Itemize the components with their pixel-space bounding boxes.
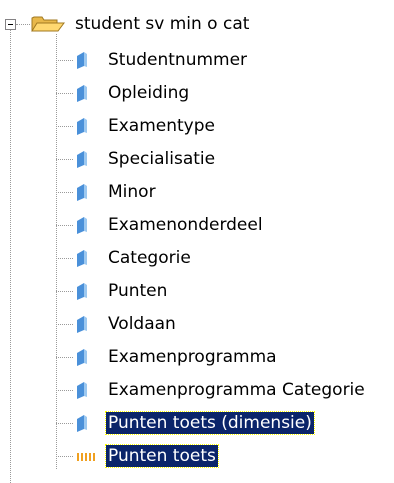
tree-item-label[interactable]: Specialisatie xyxy=(106,148,217,170)
tree-item-label[interactable]: Examenprogramma Categorie xyxy=(106,379,367,401)
dimension-icon xyxy=(77,217,87,234)
tree-item[interactable]: Categorie xyxy=(0,242,394,275)
dimension-icon xyxy=(77,85,87,102)
tree-item-label[interactable]: Minor xyxy=(106,181,158,203)
tree-connector xyxy=(56,192,73,193)
dimension-icon xyxy=(77,316,87,333)
tree-connector xyxy=(56,225,73,226)
tree-item-label[interactable]: Punten toets xyxy=(105,444,219,468)
dimension-icon xyxy=(77,52,87,69)
tree-connector xyxy=(56,159,73,160)
tree-connector xyxy=(56,390,73,391)
tree-item[interactable]: Voldaan xyxy=(0,308,394,341)
tree-item-label[interactable]: Voldaan xyxy=(106,313,178,335)
dimension-icon xyxy=(77,151,87,168)
tree-item-label[interactable]: Punten xyxy=(106,280,169,302)
tree-connector xyxy=(56,258,73,259)
tree-connector xyxy=(56,456,73,457)
tree-item[interactable]: Studentnummer xyxy=(0,44,394,77)
tree-item-label[interactable]: Examenonderdeel xyxy=(106,214,265,236)
dimension-icon xyxy=(77,415,87,432)
tree-item-label[interactable]: Categorie xyxy=(106,247,193,269)
tree-item[interactable]: Examenprogramma Categorie xyxy=(0,374,394,407)
tree-item[interactable]: Minor xyxy=(0,176,394,209)
tree-connector xyxy=(56,357,73,358)
tree-item-label[interactable]: Punten toets (dimensie) xyxy=(105,411,315,435)
tree-root-label[interactable]: student sv min o cat xyxy=(75,13,249,35)
tree-connector xyxy=(56,93,73,94)
tree-item-label[interactable]: Studentnummer xyxy=(106,49,249,71)
tree-connector xyxy=(56,126,73,127)
tree-item[interactable]: Specialisatie xyxy=(0,143,394,176)
measure-icon xyxy=(77,453,95,461)
tree-connector xyxy=(56,60,73,61)
tree-item[interactable]: Examenprogramma xyxy=(0,341,394,374)
tree-item-label[interactable]: Opleiding xyxy=(106,82,191,104)
collapse-toggle[interactable] xyxy=(5,19,16,30)
tree-view: student sv min o cat Studentnummer Opleid… xyxy=(0,0,394,483)
tree-connector xyxy=(56,423,73,424)
tree-item[interactable]: Punten toets (dimensie) xyxy=(0,407,394,440)
dimension-icon xyxy=(77,349,87,366)
tree-item[interactable]: Opleiding xyxy=(0,77,394,110)
open-folder-icon xyxy=(31,16,65,32)
tree-item-label[interactable]: Examentype xyxy=(106,115,217,137)
tree-connector-root-h xyxy=(16,24,30,25)
dimension-icon xyxy=(77,283,87,300)
tree-item[interactable]: Punten xyxy=(0,275,394,308)
dimension-icon xyxy=(77,118,87,135)
tree-item[interactable]: Punten toets xyxy=(0,440,394,473)
tree-item-label[interactable]: Examenprogramma xyxy=(106,346,279,368)
tree-item[interactable]: Examentype xyxy=(0,110,394,143)
tree-connector xyxy=(56,291,73,292)
dimension-icon xyxy=(77,250,87,267)
dimension-icon xyxy=(77,382,87,399)
dimension-icon xyxy=(77,184,87,201)
tree-connector xyxy=(56,324,73,325)
tree-item[interactable]: Examenonderdeel xyxy=(0,209,394,242)
